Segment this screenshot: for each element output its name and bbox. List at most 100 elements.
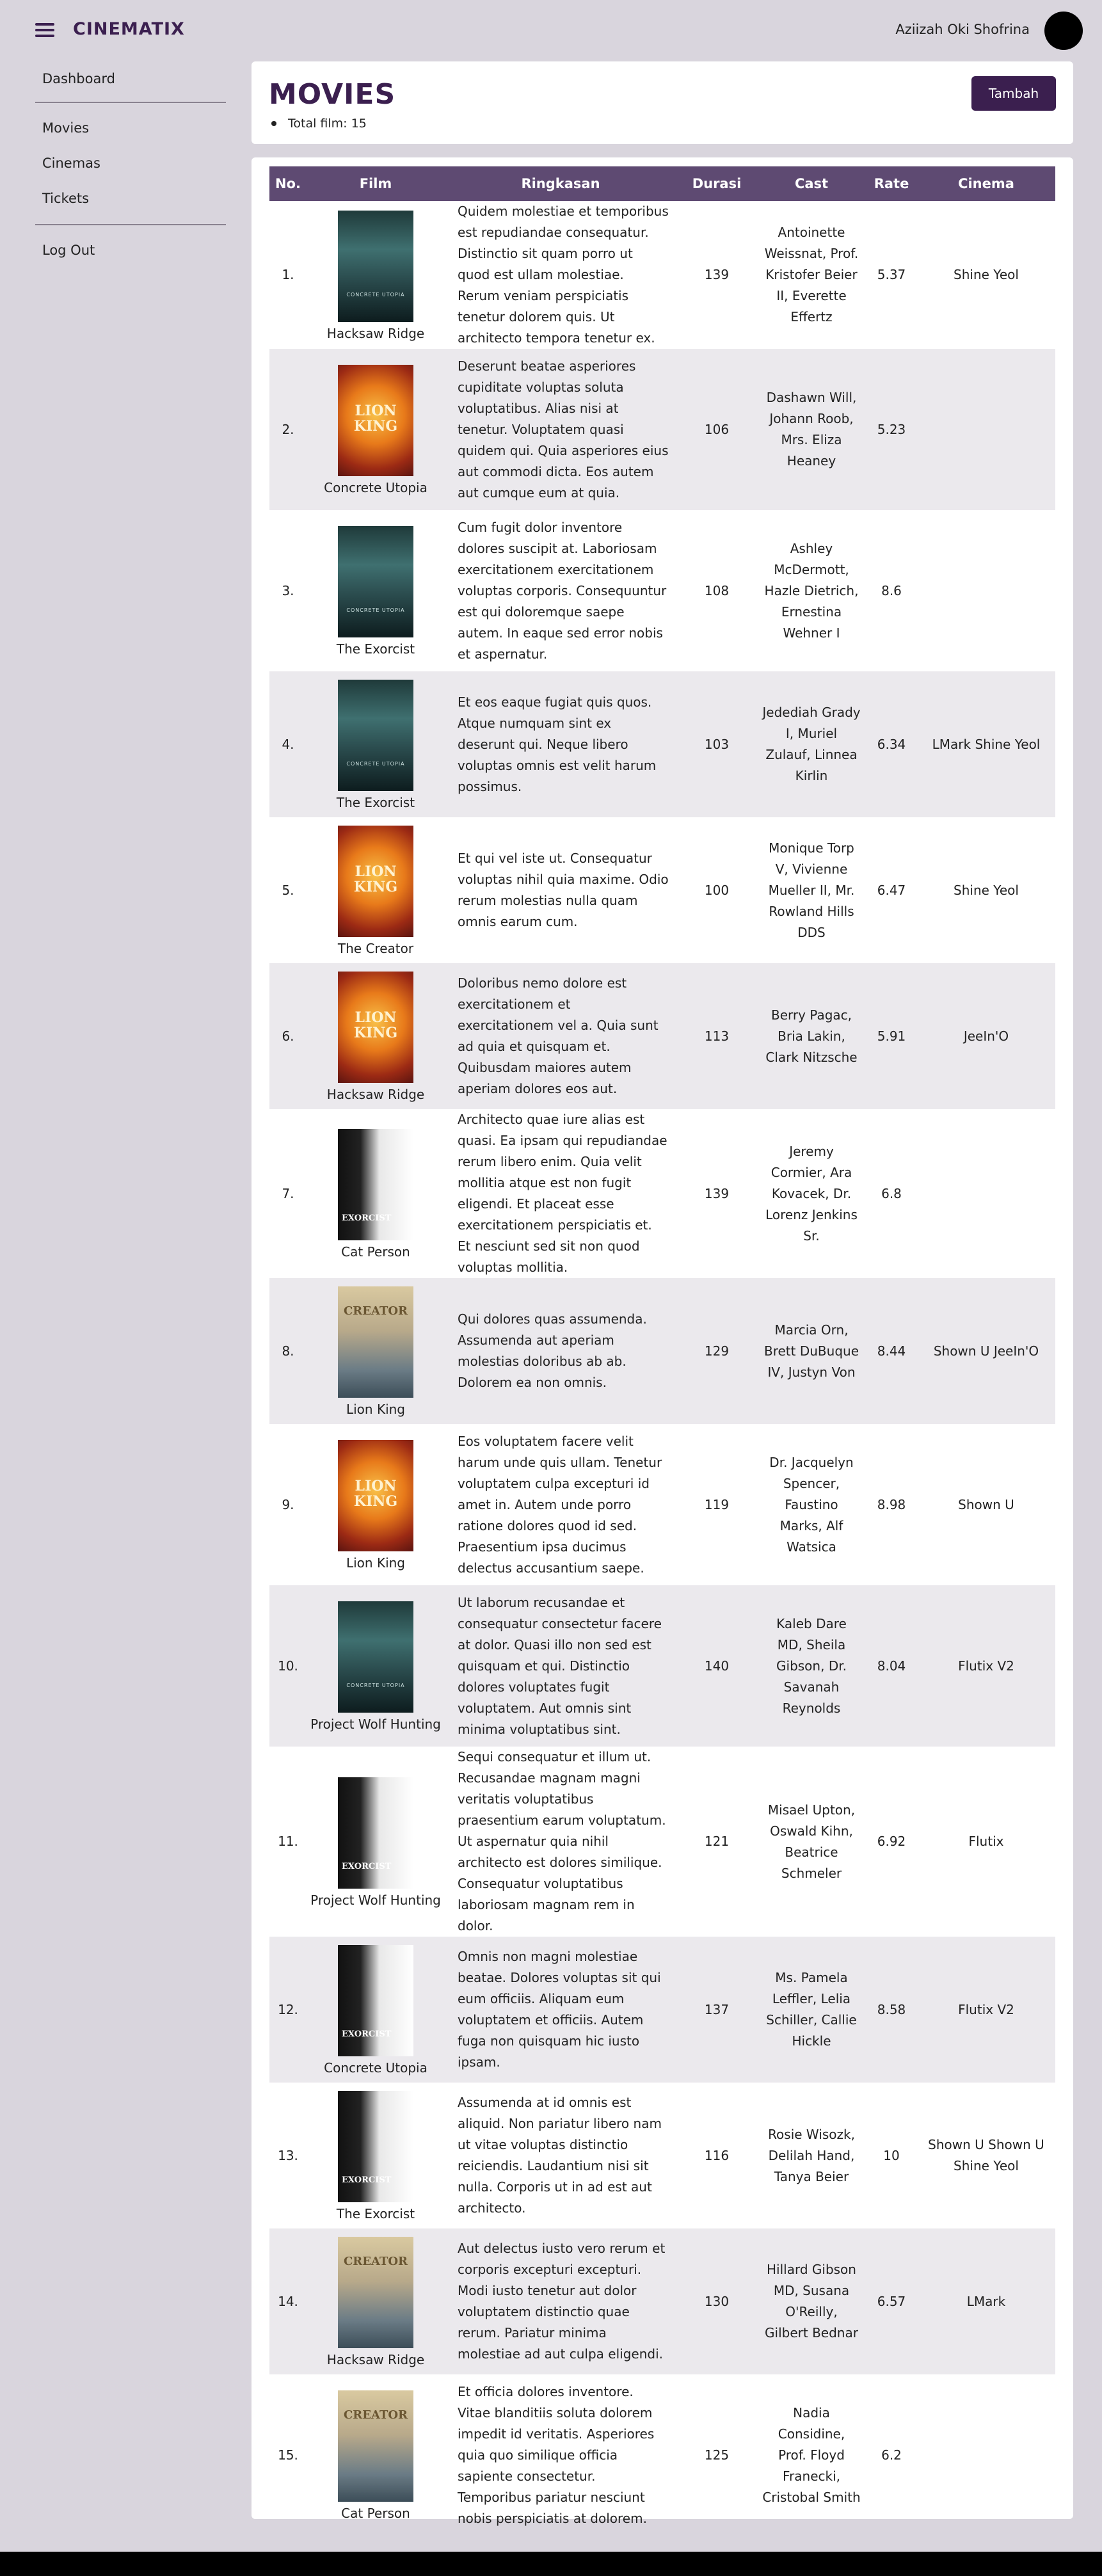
film-title: The Exorcist xyxy=(336,795,415,810)
synopsis-cell: Doloribus nemo dolore est exercitationem… xyxy=(445,963,676,1109)
table-row: 6. Hacksaw Ridge Doloribus nemo dolore est… xyxy=(269,963,1055,1109)
row-number: 11. xyxy=(278,1834,298,1849)
synopsis-cell: Omnis non magni molestiae beatae. Dolore… xyxy=(445,1937,676,2083)
table-row: 15. Cat Person Et officia dolores inventor… xyxy=(269,2374,1055,2536)
cast-cell: Ms. Pamela Leffler, Lelia Schiller, Call… xyxy=(757,1937,866,2083)
table-row: 1. Hacksaw Ridge Quidem molestiae et tempo… xyxy=(269,201,1055,349)
film-cell: Concrete Utopia xyxy=(307,349,445,510)
film-cell: Lion King xyxy=(307,1278,445,1424)
sidebar-divider xyxy=(35,224,226,225)
creator-poster[interactable] xyxy=(338,1286,413,1398)
concrete-utopia-poster[interactable] xyxy=(338,1601,413,1713)
column-header-cast: Cast xyxy=(757,166,866,201)
cinema-cell: LMark Shine Yeol xyxy=(917,671,1055,817)
row-number: 6. xyxy=(269,963,307,1109)
cinema-cell: Flutix V2 xyxy=(917,1937,1055,2083)
synopsis-cell: Quidem molestiae et temporibus est repud… xyxy=(458,204,669,346)
creator-poster[interactable] xyxy=(338,2237,413,2348)
rate-cell: 8.04 xyxy=(866,1585,917,1747)
sidebar: Dashboard Movies Cinemas Tickets Log Out xyxy=(35,61,227,268)
lion-king-poster[interactable] xyxy=(338,365,413,476)
film-title: Cat Person xyxy=(341,2506,410,2521)
duration-cell: 108 xyxy=(704,582,730,598)
table-row: 12. Concrete Utopia Omnis non magni molest… xyxy=(269,1937,1055,2083)
lion-king-poster[interactable] xyxy=(338,1440,413,1551)
cinema-cell: Shown U JeeIn'O xyxy=(917,1278,1055,1424)
exorcist-poster[interactable] xyxy=(338,2091,413,2202)
synopsis-cell: Aut delectus iusto vero rerum et corpori… xyxy=(445,2228,676,2374)
film-title: Project Wolf Hunting xyxy=(310,1892,441,1908)
table-row: 14. Hacksaw Ridge Aut delectus iusto vero … xyxy=(269,2228,1055,2374)
rate-cell: 5.23 xyxy=(866,349,917,510)
film-cell: Hacksaw Ridge xyxy=(307,963,445,1109)
total-films-label: Total film: 15 xyxy=(288,116,367,131)
cast-cell: Nadia Considine, Prof. Floyd Franecki, C… xyxy=(762,2404,861,2505)
row-number: 1. xyxy=(282,267,294,282)
sidebar-item-cinemas[interactable]: Cinemas xyxy=(35,146,227,181)
duration-cell: 100 xyxy=(704,882,730,898)
cinema-cell: Shine Yeol xyxy=(954,267,1019,282)
cinema-cell xyxy=(917,1109,1055,1278)
sidebar-item-movies[interactable]: Movies xyxy=(35,111,227,146)
cinema-cell: Flutix V2 xyxy=(917,1585,1055,1747)
avatar[interactable] xyxy=(1044,12,1083,50)
rate-cell: 8.58 xyxy=(866,1937,917,2083)
synopsis-cell: Eos voluptatem facere velit harum unde q… xyxy=(458,1433,662,1576)
lion-king-poster[interactable] xyxy=(338,972,413,1083)
cast-cell: Misael Upton, Oswald Kihn, Beatrice Schm… xyxy=(767,1802,856,1881)
row-number: 4. xyxy=(269,671,307,817)
table-row: 10.Project Wolf HuntingUt laborum recusa… xyxy=(269,1585,1055,1747)
table-row: 8. Lion King Qui dolores quas assumenda. A… xyxy=(269,1278,1055,1424)
table-row: 5. The Creator Et qui vel iste ut. Consequ… xyxy=(269,817,1055,963)
cinema-cell xyxy=(917,510,1055,671)
duration-cell: 103 xyxy=(676,671,757,817)
concrete-utopia-poster[interactable] xyxy=(338,680,413,791)
duration-cell: 139 xyxy=(704,1185,730,1201)
synopsis-cell: Qui dolores quas assumenda. Assumenda au… xyxy=(445,1278,676,1424)
film-cell: The Exorcist xyxy=(307,510,445,671)
film-cell: The Creator xyxy=(307,817,445,963)
lion-king-poster[interactable] xyxy=(338,826,413,937)
exorcist-poster[interactable] xyxy=(338,1129,413,1240)
cast-cell: Antoinette Weissnat, Prof. Kristofer Bei… xyxy=(764,225,859,324)
sidebar-item-logout[interactable]: Log Out xyxy=(35,233,227,268)
concrete-utopia-poster[interactable] xyxy=(338,210,413,322)
duration-cell: 113 xyxy=(676,963,757,1109)
duration-cell: 106 xyxy=(676,349,757,510)
cast-cell: Jedediah Grady I, Muriel Zulauf, Linnea … xyxy=(757,671,866,817)
cast-cell: Jeremy Cormier, Ara Kovacek, Dr. Lorenz … xyxy=(765,1143,858,1244)
row-number: 15. xyxy=(278,2447,298,2463)
film-title: Lion King xyxy=(346,1555,405,1571)
table-row: 9. Lion King Eos voluptatem facere velit h… xyxy=(269,1424,1055,1585)
sidebar-item-dashboard[interactable]: Dashboard xyxy=(35,61,227,97)
hamburger-menu-icon[interactable] xyxy=(35,22,54,38)
duration-cell: 125 xyxy=(704,2447,730,2463)
synopsis-cell: Sequi consequatur et illum ut. Recusanda… xyxy=(458,1749,666,1933)
brand-logo[interactable]: CINEMATIX xyxy=(73,19,185,39)
creator-poster[interactable] xyxy=(338,2390,413,2502)
table-row: 11. Project Wolf Hunting Sequi consequatur… xyxy=(269,1747,1055,1937)
synopsis-cell: Architecto quae iure alias est quasi. Ea… xyxy=(458,1112,667,1275)
add-movie-button[interactable]: Tambah xyxy=(971,76,1056,111)
rate-cell: 8.6 xyxy=(881,582,902,598)
page-title: MOVIES xyxy=(269,78,396,111)
film-title: Concrete Utopia xyxy=(324,480,427,495)
row-number: 12. xyxy=(269,1937,307,2083)
synopsis-cell: Ut laborum recusandae et consequatur con… xyxy=(445,1585,676,1747)
row-number: 13. xyxy=(278,2147,298,2163)
sidebar-item-tickets[interactable]: Tickets xyxy=(35,181,227,216)
film-cell: Hacksaw Ridge xyxy=(307,201,445,349)
cast-cell: Hillard Gibson MD, Susana O'Reilly, Gilb… xyxy=(757,2228,866,2374)
table-row: 2. Concrete Utopia Deserunt beatae asperio… xyxy=(269,349,1055,510)
table-row: 4. The Exorcist Et eos eaque fugiat quis q… xyxy=(269,671,1055,817)
row-number: 8. xyxy=(269,1278,307,1424)
rate-cell: 8.98 xyxy=(877,1496,906,1512)
exorcist-poster[interactable] xyxy=(338,1777,413,1889)
movies-table: No. Film Ringkasan Durasi Cast Rate Cine… xyxy=(269,166,1055,2536)
cast-cell: Ashley McDermott, Hazle Dietrich, Ernest… xyxy=(764,540,859,641)
cast-cell: Dashawn Will, Johann Roob, Mrs. Eliza He… xyxy=(757,349,866,510)
exorcist-poster[interactable] xyxy=(338,1945,413,2056)
rate-cell: 6.2 xyxy=(881,2447,902,2463)
table-row: 13. The Exorcist Assumenda at id omnis est… xyxy=(269,2083,1055,2228)
concrete-utopia-poster[interactable] xyxy=(338,526,413,637)
